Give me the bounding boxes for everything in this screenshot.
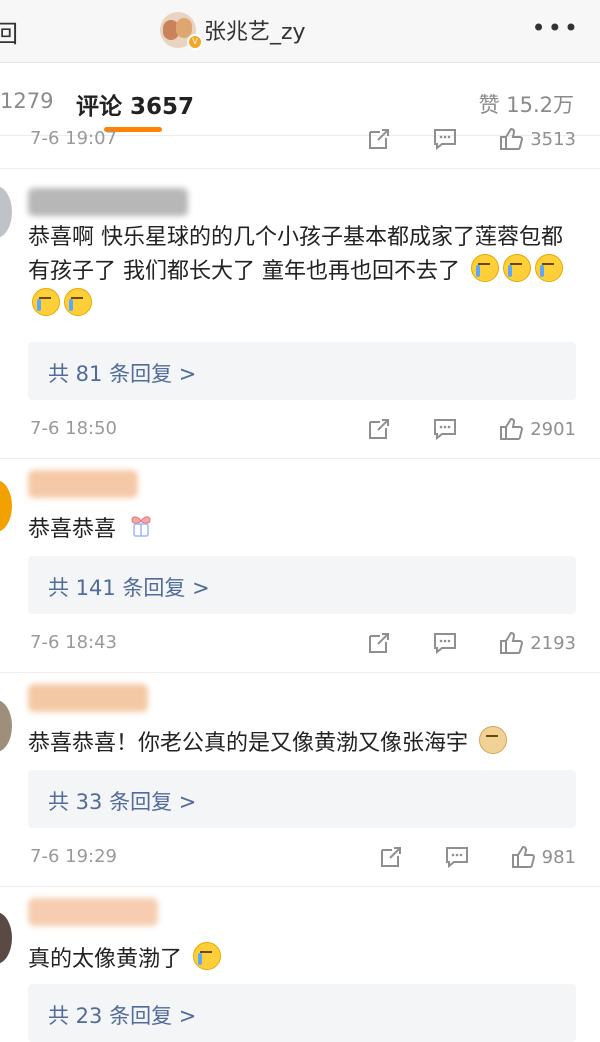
- like-count: 981: [541, 846, 576, 868]
- username-blurred[interactable]: [28, 188, 188, 216]
- comment-icon[interactable]: [444, 844, 470, 870]
- like-count: 2901: [530, 418, 576, 440]
- replies-count[interactable]: 共 23 条回复 >: [48, 1000, 196, 1030]
- top-bar: 回 张兆艺_zy V •••: [0, 0, 600, 63]
- comment-actions: 2901: [366, 416, 576, 442]
- replies-link[interactable]: 共 81 条回复 >: [28, 342, 576, 400]
- thumb-up-icon[interactable]: [498, 126, 524, 152]
- replies-count[interactable]: 共 81 条回复 >: [48, 358, 196, 388]
- divider: [0, 886, 600, 887]
- replies-link[interactable]: 共 141 条回复 >: [28, 556, 576, 614]
- username[interactable]: 张兆艺_zy: [204, 14, 306, 46]
- comment-text: 恭喜啊 快乐星球的的几个小孩子基本都成家了莲蓉包都有孩子了 我们都长大了 童年也…: [28, 222, 576, 322]
- comment-icon[interactable]: [432, 126, 458, 152]
- crying-emoji-icon: [64, 288, 92, 316]
- crying-emoji-icon: [535, 254, 563, 282]
- doge-emoji-icon: [479, 726, 508, 754]
- tab-comments[interactable]: 评论 3657: [76, 87, 194, 121]
- share-icon[interactable]: [378, 844, 404, 870]
- replies-count[interactable]: 共 33 条回复 >: [48, 786, 196, 816]
- divider: [0, 168, 600, 169]
- bow-gift-emoji-icon: [127, 512, 155, 540]
- avatar[interactable]: [0, 912, 12, 964]
- username-blurred[interactable]: [28, 470, 138, 498]
- thumb-up-icon[interactable]: [498, 416, 524, 442]
- comment-icon[interactable]: [432, 416, 458, 442]
- comment-time: 7-6 19:29: [30, 846, 117, 867]
- tab-reposts[interactable]: 1279: [0, 89, 53, 113]
- back-button[interactable]: 回: [0, 14, 18, 49]
- crying-emoji-icon: [32, 288, 60, 316]
- laughing-crying-emoji-icon: [193, 942, 222, 970]
- verified-badge-icon: V: [187, 34, 203, 50]
- thumb-up-icon[interactable]: [498, 630, 524, 656]
- comment-actions: 2193: [366, 630, 576, 656]
- like-count: 3513: [530, 128, 576, 150]
- replies-link[interactable]: 共 23 条回复 >: [28, 984, 576, 1042]
- crying-emoji-icon: [471, 254, 499, 282]
- divider: [0, 672, 600, 673]
- comment-actions: 981: [378, 844, 576, 870]
- comment-text: 恭喜恭喜！你老公真的是又像黄渤又像张海宇: [28, 726, 576, 760]
- comment-time: 7-6 18:43: [30, 632, 117, 653]
- comment-actions: 3513: [366, 126, 576, 152]
- share-icon[interactable]: [366, 416, 392, 442]
- more-options-button[interactable]: •••: [532, 14, 580, 42]
- avatar[interactable]: [0, 480, 12, 532]
- like-count: 2193: [530, 632, 576, 654]
- username-blurred[interactable]: [28, 684, 148, 712]
- divider: [0, 458, 600, 459]
- thumb-up-icon[interactable]: [510, 844, 536, 870]
- comment-body: 真的太像黄渤了: [28, 947, 183, 972]
- comment-body: 恭喜恭喜！你老公真的是又像黄渤又像张海宇: [28, 731, 469, 756]
- replies-link[interactable]: 共 33 条回复 >: [28, 770, 576, 828]
- avatar[interactable]: [0, 186, 12, 238]
- comment-text: 真的太像黄渤了: [28, 942, 576, 976]
- replies-count[interactable]: 共 141 条回复 >: [48, 572, 210, 602]
- comment-icon[interactable]: [432, 630, 458, 656]
- avatar[interactable]: [0, 700, 12, 752]
- comment-body: 恭喜恭喜: [28, 517, 117, 542]
- username-blurred[interactable]: [28, 898, 158, 926]
- share-icon[interactable]: [366, 126, 392, 152]
- share-icon[interactable]: [366, 630, 392, 656]
- comment-time: 7-6 18:50: [30, 418, 117, 439]
- title-wrap: 张兆艺_zy: [160, 10, 306, 50]
- tab-likes[interactable]: 赞 15.2万: [479, 89, 574, 119]
- comment-time: 7-6 19:07: [30, 128, 117, 149]
- crying-emoji-icon: [503, 254, 531, 282]
- comment-text: 恭喜恭喜: [28, 512, 576, 546]
